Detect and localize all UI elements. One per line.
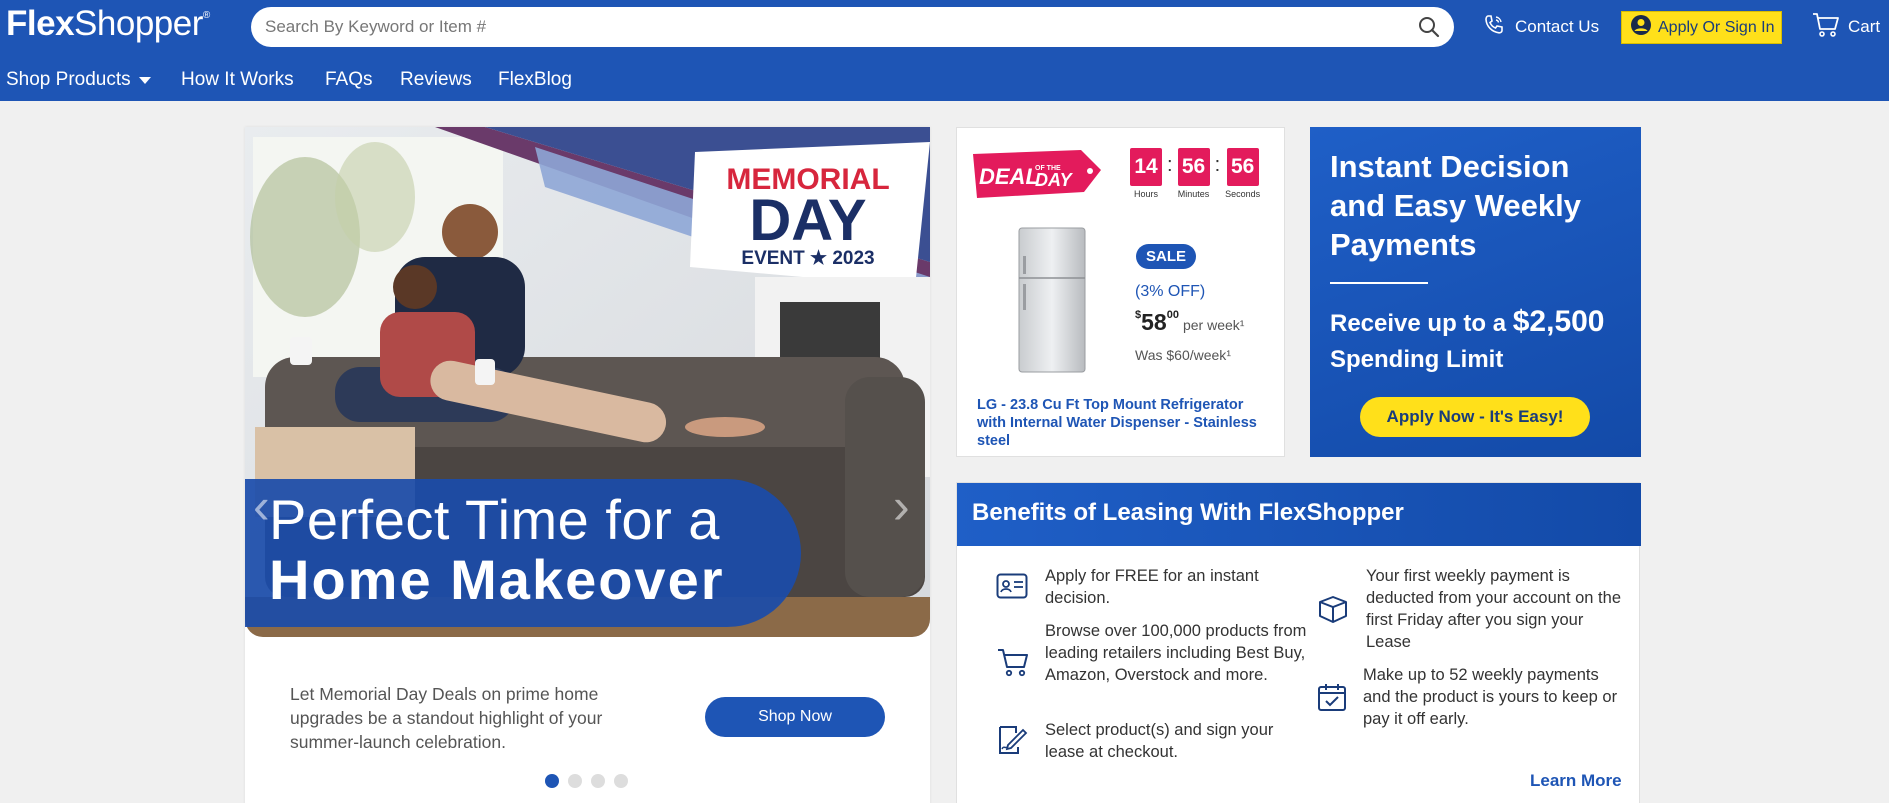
countdown-timer: 14 Hours : 56 Minutes : 56 Seconds bbox=[1130, 148, 1260, 199]
carousel-next-arrow-icon[interactable]: › bbox=[893, 477, 910, 535]
product-image[interactable] bbox=[1017, 226, 1087, 379]
timer-hours: 14 bbox=[1130, 148, 1162, 186]
carousel-dot[interactable] bbox=[614, 774, 628, 788]
was-price: Was $60/week¹ bbox=[1135, 347, 1231, 363]
carousel-dots bbox=[545, 774, 628, 788]
badge-event: EVENT ★ 2023 bbox=[741, 248, 874, 269]
spending-limit-text: Receive up to a $2,500 Spending Limit bbox=[1330, 305, 1605, 373]
cart-icon bbox=[997, 647, 1029, 682]
contact-us-link[interactable]: Contact Us bbox=[1482, 14, 1599, 40]
benefits-heading: Benefits of Leasing With FlexShopper bbox=[957, 483, 1641, 546]
timer-minutes: 56 bbox=[1177, 148, 1210, 186]
search-bar bbox=[251, 7, 1454, 47]
carousel-dot[interactable] bbox=[591, 774, 605, 788]
shop-now-button[interactable]: Shop Now bbox=[705, 697, 885, 737]
timer-seconds: 56 bbox=[1226, 148, 1259, 186]
benefit-item: Your first weekly payment is deducted fr… bbox=[1366, 567, 1621, 651]
calendar-check-icon bbox=[1317, 682, 1347, 717]
site-header: FlexShopper® Contact Us Apply Or Sign In… bbox=[0, 0, 1889, 101]
deal-of-the-day-badge: DEAL OF THE DAY bbox=[969, 148, 1104, 205]
hero-description: Let Memorial Day Deals on prime home upg… bbox=[290, 684, 603, 752]
nav-reviews[interactable]: Reviews bbox=[400, 69, 472, 91]
benefit-item: Select product(s) and sign your lease at… bbox=[1045, 721, 1274, 761]
apply-now-button[interactable]: Apply Now - It's Easy! bbox=[1360, 397, 1590, 437]
nav-faqs[interactable]: FAQs bbox=[325, 69, 373, 91]
svg-text:DAY: DAY bbox=[1035, 170, 1074, 190]
flexshopper-logo[interactable]: FlexShopper® bbox=[6, 4, 210, 44]
divider bbox=[1330, 282, 1428, 284]
benefit-item: Apply for FREE for an instant decision. bbox=[1045, 567, 1259, 607]
badge-day: DAY bbox=[749, 188, 866, 253]
carousel-dot[interactable] bbox=[545, 774, 559, 788]
deal-of-the-day-card[interactable]: DEAL OF THE DAY 14 Hours : 56 Minutes : 56… bbox=[956, 127, 1285, 457]
box-icon bbox=[1317, 594, 1349, 629]
phone-icon bbox=[1482, 13, 1506, 42]
chevron-down-icon bbox=[138, 76, 151, 84]
nav-shop-products[interactable]: Shop Products bbox=[6, 69, 151, 91]
carousel-dot[interactable] bbox=[568, 774, 582, 788]
instant-decision-heading: Instant Decision and Easy Weekly Payment… bbox=[1330, 149, 1582, 262]
benefit-item: Make up to 52 weekly payments and the pr… bbox=[1363, 666, 1618, 728]
search-icon[interactable] bbox=[1418, 16, 1440, 43]
weekly-price: $5800per week¹ bbox=[1135, 309, 1245, 335]
carousel-prev-arrow-icon[interactable]: ‹ bbox=[253, 477, 270, 535]
sign-document-icon bbox=[996, 725, 1028, 760]
search-input[interactable] bbox=[265, 7, 1405, 47]
apply-or-sign-in-button[interactable]: Apply Or Sign In bbox=[1621, 11, 1782, 44]
cart-link[interactable]: Cart bbox=[1812, 12, 1880, 42]
sale-badge: SALE bbox=[1136, 244, 1197, 269]
product-title-link[interactable]: LG - 23.8 Cu Ft Top Mount Refrigerator w… bbox=[977, 396, 1272, 450]
cart-icon bbox=[1812, 12, 1840, 43]
hero-carousel: MEMORIAL DAY EVENT ★ 2023 Perfect Time f… bbox=[245, 127, 930, 803]
user-account-icon bbox=[1630, 14, 1652, 41]
nav-flexblog[interactable]: FlexBlog bbox=[498, 69, 572, 91]
discount-percent: (3% OFF) bbox=[1135, 283, 1206, 300]
hero-headline-line1: Perfect Time for a bbox=[269, 488, 720, 551]
instant-decision-card: Instant Decision and Easy Weekly Payment… bbox=[1310, 127, 1641, 457]
benefits-panel: Benefits of Leasing With FlexShopper App… bbox=[956, 482, 1641, 803]
svg-text:DEAL: DEAL bbox=[979, 164, 1039, 189]
id-card-icon bbox=[996, 573, 1028, 604]
learn-more-link[interactable]: Learn More bbox=[1530, 771, 1622, 791]
nav-how-it-works[interactable]: How It Works bbox=[181, 69, 294, 91]
benefit-item: Browse over 100,000 products from leadin… bbox=[1045, 622, 1307, 684]
hero-headline-line2: Home Makeover bbox=[269, 548, 725, 611]
